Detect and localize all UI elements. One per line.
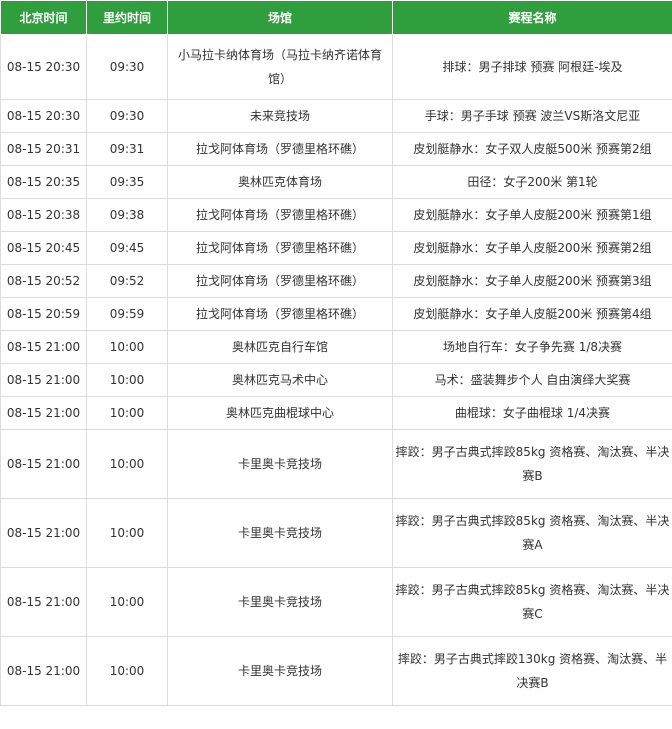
venue-cell: 奥林匹克曲棍球中心 — [167, 396, 393, 430]
table-row: 08-15 21:00 10:00 卡里奥卡竞技场 摔跤：男子古典式摔跤85kg… — [0, 567, 672, 637]
event-cell: 皮划艇静水：女子双人皮艇500米 预赛第2组 — [392, 132, 672, 166]
rio-time-cell: 10:00 — [86, 498, 168, 568]
event-cell: 排球：男子排球 预赛 阿根廷-埃及 — [392, 34, 672, 100]
table-row: 08-15 21:00 10:00 奥林匹克马术中心 马术：盛装舞步个人 自由演… — [0, 363, 672, 397]
venue-cell: 拉戈阿体育场（罗德里格环礁） — [167, 198, 393, 232]
venue-cell: 奥林匹克自行车馆 — [167, 330, 393, 364]
header-row: 北京时间 里约时间 场馆 赛程名称 — [0, 0, 672, 35]
venue-cell: 未来竞技场 — [167, 99, 393, 133]
event-cell: 摔跤：男子古典式摔跤85kg 资格赛、淘汰赛、半决赛A — [392, 498, 672, 568]
table-row: 08-15 20:59 09:59 拉戈阿体育场（罗德里格环礁） 皮划艇静水：女… — [0, 297, 672, 331]
beijing-time-cell: 08-15 20:35 — [0, 165, 87, 199]
header-beijing-time: 北京时间 — [0, 0, 87, 35]
table-row: 08-15 20:31 09:31 拉戈阿体育场（罗德里格环礁） 皮划艇静水：女… — [0, 132, 672, 166]
beijing-time-cell: 08-15 20:59 — [0, 297, 87, 331]
table-row: 08-15 21:00 10:00 卡里奥卡竞技场 摔跤：男子古典式摔跤85kg… — [0, 429, 672, 499]
event-cell: 皮划艇静水：女子单人皮艇200米 预赛第2组 — [392, 231, 672, 265]
event-cell: 皮划艇静水：女子单人皮艇200米 预赛第4组 — [392, 297, 672, 331]
rio-time-cell: 10:00 — [86, 363, 168, 397]
rio-time-cell: 10:00 — [86, 396, 168, 430]
event-cell: 摔跤：男子古典式摔跤130kg 资格赛、淘汰赛、半决赛B — [392, 636, 672, 706]
beijing-time-cell: 08-15 20:52 — [0, 264, 87, 298]
beijing-time-cell: 08-15 21:00 — [0, 636, 87, 706]
beijing-time-cell: 08-15 20:45 — [0, 231, 87, 265]
venue-cell: 奥林匹克体育场 — [167, 165, 393, 199]
venue-cell: 奥林匹克马术中心 — [167, 363, 393, 397]
table-row: 08-15 21:00 10:00 奥林匹克自行车馆 场地自行车：女子争先赛 1… — [0, 330, 672, 364]
rio-time-cell: 09:30 — [86, 99, 168, 133]
table-row: 08-15 21:00 10:00 奥林匹克曲棍球中心 曲棍球：女子曲棍球 1/… — [0, 396, 672, 430]
rio-time-cell: 09:31 — [86, 132, 168, 166]
event-cell: 场地自行车：女子争先赛 1/8决赛 — [392, 330, 672, 364]
venue-cell: 卡里奥卡竞技场 — [167, 429, 393, 499]
schedule-table: 北京时间 里约时间 场馆 赛程名称 08-15 20:30 09:30 小马拉卡… — [0, 0, 672, 706]
beijing-time-cell: 08-15 21:00 — [0, 567, 87, 637]
event-cell: 田径：女子200米 第1轮 — [392, 165, 672, 199]
venue-cell: 卡里奥卡竞技场 — [167, 636, 393, 706]
beijing-time-cell: 08-15 21:00 — [0, 330, 87, 364]
table-row: 08-15 21:00 10:00 卡里奥卡竞技场 摔跤：男子古典式摔跤85kg… — [0, 498, 672, 568]
venue-cell: 卡里奥卡竞技场 — [167, 498, 393, 568]
event-cell: 摔跤：男子古典式摔跤85kg 资格赛、淘汰赛、半决赛C — [392, 567, 672, 637]
event-cell: 皮划艇静水：女子单人皮艇200米 预赛第1组 — [392, 198, 672, 232]
table-row: 08-15 21:00 10:00 卡里奥卡竞技场 摔跤：男子古典式摔跤130k… — [0, 636, 672, 706]
header-rio-time: 里约时间 — [86, 0, 168, 35]
table-row: 08-15 20:35 09:35 奥林匹克体育场 田径：女子200米 第1轮 — [0, 165, 672, 199]
header-event: 赛程名称 — [392, 0, 672, 35]
rio-time-cell: 09:45 — [86, 231, 168, 265]
header-venue: 场馆 — [167, 0, 393, 35]
beijing-time-cell: 08-15 21:00 — [0, 429, 87, 499]
event-cell: 曲棍球：女子曲棍球 1/4决赛 — [392, 396, 672, 430]
rio-time-cell: 09:35 — [86, 165, 168, 199]
beijing-time-cell: 08-15 20:31 — [0, 132, 87, 166]
table-row: 08-15 20:30 09:30 未来竞技场 手球：男子手球 预赛 波兰VS斯… — [0, 99, 672, 133]
venue-cell: 拉戈阿体育场（罗德里格环礁） — [167, 231, 393, 265]
event-cell: 皮划艇静水：女子单人皮艇200米 预赛第3组 — [392, 264, 672, 298]
venue-cell: 拉戈阿体育场（罗德里格环礁） — [167, 264, 393, 298]
beijing-time-cell: 08-15 21:00 — [0, 363, 87, 397]
rio-time-cell: 10:00 — [86, 567, 168, 637]
beijing-time-cell: 08-15 21:00 — [0, 396, 87, 430]
table-row: 08-15 20:38 09:38 拉戈阿体育场（罗德里格环礁） 皮划艇静水：女… — [0, 198, 672, 232]
beijing-time-cell: 08-15 20:30 — [0, 99, 87, 133]
table-row: 08-15 20:52 09:52 拉戈阿体育场（罗德里格环礁） 皮划艇静水：女… — [0, 264, 672, 298]
rio-time-cell: 10:00 — [86, 429, 168, 499]
event-cell: 手球：男子手球 预赛 波兰VS斯洛文尼亚 — [392, 99, 672, 133]
rio-time-cell: 09:38 — [86, 198, 168, 232]
event-cell: 马术：盛装舞步个人 自由演绎大奖赛 — [392, 363, 672, 397]
venue-cell: 拉戈阿体育场（罗德里格环礁） — [167, 132, 393, 166]
table-row: 08-15 20:30 09:30 小马拉卡纳体育场（马拉卡纳齐诺体育馆） 排球… — [0, 34, 672, 100]
venue-cell: 小马拉卡纳体育场（马拉卡纳齐诺体育馆） — [167, 34, 393, 100]
beijing-time-cell: 08-15 20:38 — [0, 198, 87, 232]
beijing-time-cell: 08-15 21:00 — [0, 498, 87, 568]
venue-cell: 卡里奥卡竞技场 — [167, 567, 393, 637]
rio-time-cell: 09:52 — [86, 264, 168, 298]
table-row: 08-15 20:45 09:45 拉戈阿体育场（罗德里格环礁） 皮划艇静水：女… — [0, 231, 672, 265]
event-cell: 摔跤：男子古典式摔跤85kg 资格赛、淘汰赛、半决赛B — [392, 429, 672, 499]
rio-time-cell: 09:59 — [86, 297, 168, 331]
rio-time-cell: 09:30 — [86, 34, 168, 100]
rio-time-cell: 10:00 — [86, 636, 168, 706]
beijing-time-cell: 08-15 20:30 — [0, 34, 87, 100]
venue-cell: 拉戈阿体育场（罗德里格环礁） — [167, 297, 393, 331]
rio-time-cell: 10:00 — [86, 330, 168, 364]
